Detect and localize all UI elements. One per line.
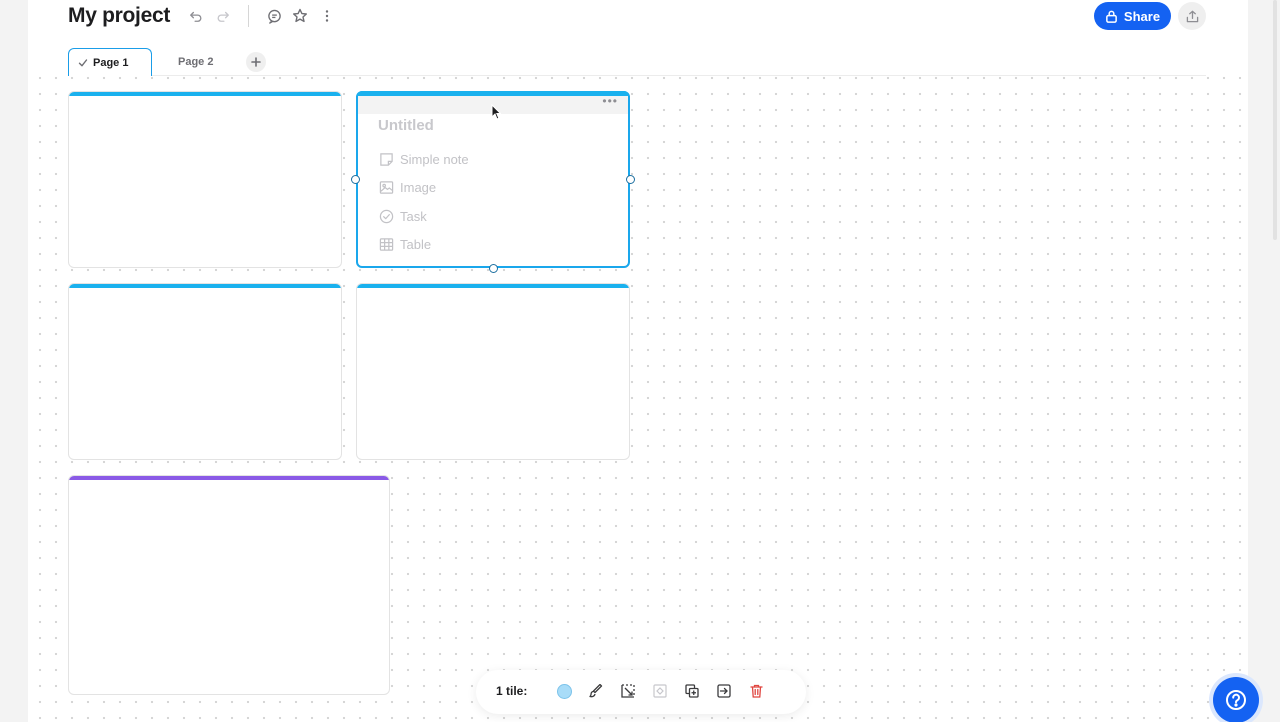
left-gutter: [0, 0, 28, 722]
duplicate-icon: [685, 684, 699, 698]
menu-label: Task: [400, 209, 427, 224]
menu-simple-note[interactable]: Simple note: [379, 152, 469, 167]
add-page-button[interactable]: [246, 52, 266, 72]
delete-button[interactable]: [747, 682, 765, 700]
menu-task[interactable]: Task: [379, 209, 427, 224]
menu-image[interactable]: Image: [379, 180, 436, 195]
tile-accent-bar: [69, 476, 389, 480]
tile[interactable]: [356, 283, 630, 460]
star-icon[interactable]: [290, 6, 310, 26]
help-button[interactable]: [1213, 677, 1259, 722]
resize-handle-right[interactable]: [626, 175, 635, 184]
note-icon: [379, 152, 394, 167]
mouse-cursor-icon: [491, 103, 502, 125]
redo-icon[interactable]: [213, 6, 233, 26]
move-button[interactable]: [715, 682, 733, 700]
question-icon: [1225, 689, 1247, 711]
right-gutter: [1248, 0, 1280, 722]
resize-handle-bottom[interactable]: [489, 264, 498, 273]
tile-accent-bar: [357, 284, 629, 288]
share-label: Share: [1123, 8, 1161, 24]
color-swatch-button[interactable]: [555, 682, 573, 700]
undo-icon[interactable]: [186, 6, 206, 26]
tile-title[interactable]: Untitled: [378, 117, 434, 134]
tab-label: Page 2: [178, 56, 214, 68]
tab-label: Page 1: [93, 56, 129, 69]
menu-label: Simple note: [400, 152, 469, 167]
share-button[interactable]: Share: [1094, 2, 1171, 30]
more-vertical-icon[interactable]: [317, 6, 337, 26]
tabs-divider: [68, 75, 1206, 76]
color-swatch-icon: [556, 683, 572, 699]
header-divider: [248, 5, 249, 27]
upload-button[interactable]: [1178, 2, 1206, 30]
resize-handle-left[interactable]: [351, 175, 360, 184]
selection-count: 1 tile:: [496, 684, 528, 698]
brush-button[interactable]: [587, 682, 605, 700]
fit-button[interactable]: [651, 682, 669, 700]
table-icon: [379, 237, 394, 252]
plus-icon: [251, 57, 261, 67]
check-icon: [78, 58, 88, 68]
duplicate-button[interactable]: [683, 682, 701, 700]
resize-button[interactable]: [619, 682, 637, 700]
tile-more-icon[interactable]: •••: [602, 95, 618, 107]
resize-icon: [621, 684, 635, 698]
project-title[interactable]: My project: [68, 4, 170, 28]
scrollbar-thumb[interactable]: [1273, 0, 1277, 240]
delete-icon: [749, 684, 763, 698]
brush-icon: [589, 684, 603, 698]
move-icon: [717, 684, 731, 698]
menu-label: Table: [400, 237, 432, 252]
tab-page-2[interactable]: Page 2: [178, 48, 213, 76]
lock-icon: [1105, 10, 1118, 23]
tile-accent-bar: [69, 284, 341, 288]
tile-accent-bar: [69, 92, 341, 96]
comment-icon[interactable]: [264, 6, 284, 26]
check-circle-icon: [379, 209, 394, 224]
fit-icon: [653, 684, 667, 698]
tile[interactable]: [68, 475, 390, 695]
upload-icon: [1186, 10, 1199, 23]
menu-table[interactable]: Table: [379, 237, 431, 252]
image-icon: [379, 180, 394, 195]
tile[interactable]: [68, 283, 342, 460]
tab-page-1[interactable]: Page 1: [68, 48, 152, 76]
selection-toolbar: 1 tile:: [476, 670, 806, 714]
menu-label: Image: [400, 180, 437, 195]
tile[interactable]: [68, 91, 342, 268]
